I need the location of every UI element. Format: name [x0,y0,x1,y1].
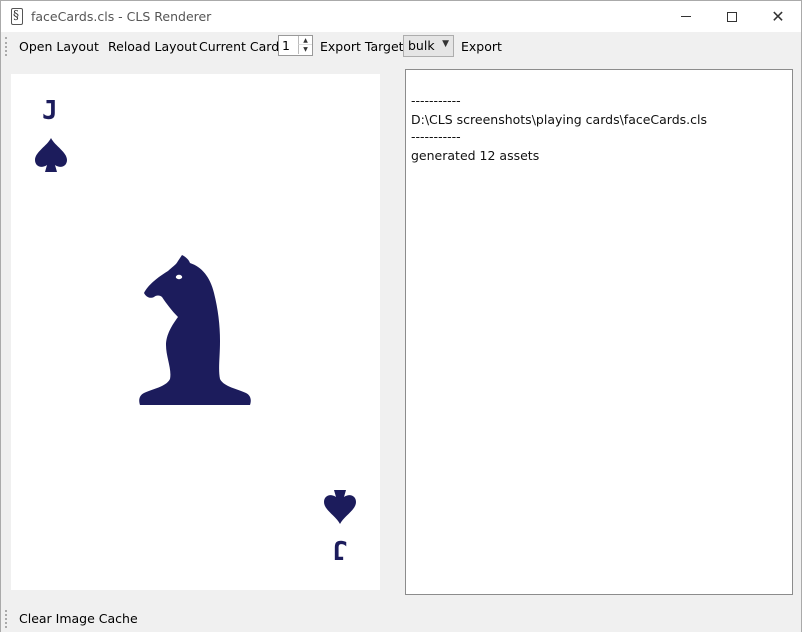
spade-icon [35,138,67,172]
spin-down-icon[interactable]: ▼ [298,45,312,54]
spade-icon [324,490,356,524]
current-card-value[interactable]: 1 [282,38,290,53]
app-icon [11,8,23,25]
current-card-label: Current Card [199,39,280,54]
card-preview: J J [11,74,380,590]
clear-image-cache-button[interactable]: Clear Image Cache [19,611,138,626]
status-bar: Clear Image Cache [1,606,801,632]
maximize-icon [727,11,737,22]
export-button[interactable]: Export [461,39,502,54]
reload-layout-button[interactable]: Reload Layout [108,39,197,54]
log-output[interactable]: ----------- D:\CLS screenshots\playing c… [405,69,793,595]
export-target-label: Export Target [320,39,404,54]
app-window: faceCards.cls - CLS Renderer ✕ Open Layo… [0,0,802,632]
log-line: ----------- [411,129,461,144]
card-rank-bottom: J [332,534,348,564]
chevron-down-icon: ▼ [442,39,449,49]
minimize-icon [681,16,691,17]
export-target-select[interactable]: bulk ▼ [403,35,454,57]
current-card-spinner[interactable]: 1 ▲ ▼ [278,35,313,56]
open-layout-button[interactable]: Open Layout [19,39,99,54]
log-line: ----------- [411,93,461,108]
title-bar[interactable]: faceCards.cls - CLS Renderer ✕ [1,1,801,32]
close-icon: ✕ [771,6,785,26]
toolbar-grip[interactable] [5,37,7,56]
spin-up-icon[interactable]: ▲ [298,36,312,45]
export-target-value: bulk [408,38,435,53]
log-line: generated 12 assets [411,148,540,163]
statusbar-grip[interactable] [5,610,7,628]
toolbar: Open Layout Reload Layout Current Card E… [1,33,801,60]
close-button[interactable]: ✕ [755,1,801,32]
minimize-button[interactable] [663,1,709,32]
knight-icon [139,255,251,405]
log-line: D:\CLS screenshots\playing cards\faceCar… [411,112,707,127]
card-rank-top: J [42,96,58,126]
window-title: faceCards.cls - CLS Renderer [31,9,212,24]
maximize-button[interactable] [709,1,755,32]
